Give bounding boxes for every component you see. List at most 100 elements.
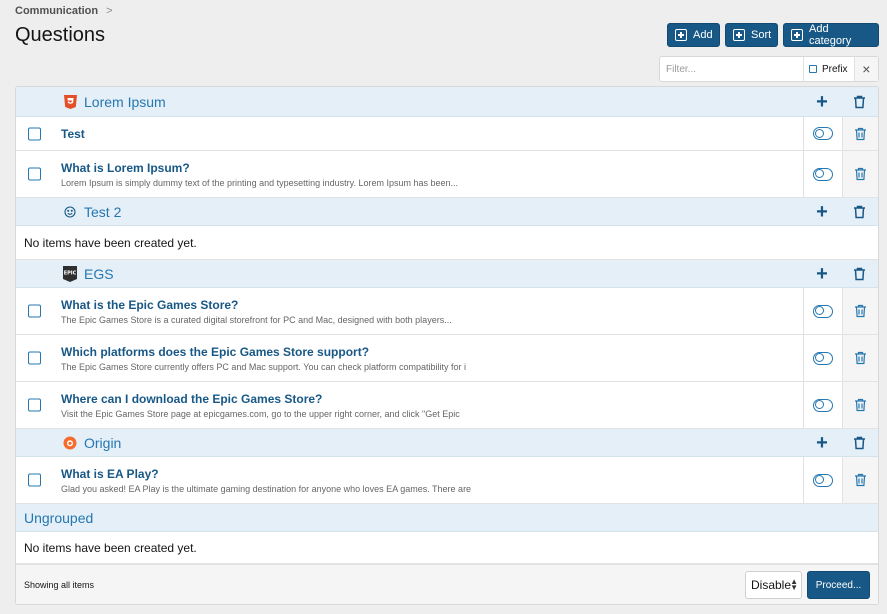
- category-title[interactable]: Origin: [84, 435, 121, 451]
- delete-category-button[interactable]: [849, 92, 869, 112]
- category-row-egs: EPIC EGS +: [16, 260, 878, 288]
- item-checkbox[interactable]: [28, 351, 41, 365]
- empty-message-row: No items have been created yet.: [16, 532, 878, 564]
- item-description: The Epic Games Store currently offers PC…: [61, 362, 467, 372]
- sort-button-label: Sort: [751, 29, 772, 41]
- delete-category-button[interactable]: [849, 202, 869, 222]
- questions-list: Lorem Ipsum + Test What is Lorem Ipsum? …: [15, 86, 879, 605]
- trash-icon: [855, 473, 866, 487]
- item-title-link[interactable]: What is the Epic Games Store?: [61, 298, 238, 312]
- add-button[interactable]: Add: [667, 23, 720, 47]
- trash-icon: [855, 351, 866, 365]
- category-row-lorem-ipsum: Lorem Ipsum +: [16, 87, 878, 117]
- plus-square-icon: [733, 29, 745, 41]
- toggle-switch[interactable]: [812, 167, 833, 181]
- html5-icon: [63, 94, 77, 109]
- origin-icon: [63, 436, 77, 450]
- trash-icon: [855, 127, 866, 140]
- toggle-cell: [803, 457, 841, 503]
- category-title: Ungrouped: [24, 509, 94, 526]
- toggle-cell: [803, 382, 841, 428]
- delete-category-button[interactable]: [849, 264, 869, 284]
- prefix-label: Prefix: [822, 63, 848, 75]
- checkbox-icon: [809, 65, 817, 73]
- epic-logo-icon: EPIC: [63, 265, 77, 282]
- item-title-link[interactable]: What is Lorem Ipsum?: [61, 161, 190, 175]
- item-description: Lorem Ipsum is simply dummy text of the …: [61, 178, 459, 188]
- proceed-button[interactable]: Proceed...: [807, 571, 870, 599]
- item-description: Glad you asked! EA Play is the ultimate …: [61, 484, 472, 494]
- svg-text:EPIC: EPIC: [64, 270, 77, 276]
- prefix-checkbox[interactable]: Prefix: [804, 57, 855, 81]
- toggle-switch[interactable]: [812, 473, 833, 487]
- breadcrumb-separator: >: [106, 5, 113, 17]
- list-item: Where can I download the Epic Games Stor…: [16, 382, 878, 429]
- list-item: Which platforms does the Epic Games Stor…: [16, 335, 878, 382]
- item-checkbox[interactable]: [28, 304, 41, 318]
- trash-icon: [853, 95, 865, 108]
- delete-category-button[interactable]: [849, 433, 869, 453]
- close-icon: ×: [862, 61, 871, 77]
- proceed-label: Proceed...: [815, 579, 862, 591]
- toggle-cell: [803, 151, 841, 197]
- empty-message: No items have been created yet.: [24, 235, 197, 250]
- add-category-button-label: Add category: [809, 23, 852, 47]
- plus-square-icon: [791, 29, 803, 41]
- category-row-origin: Origin +: [16, 429, 878, 457]
- category-title[interactable]: EGS: [84, 266, 114, 282]
- item-checkbox[interactable]: [28, 473, 41, 487]
- delete-item-button[interactable]: [842, 335, 878, 381]
- item-title-link[interactable]: What is EA Play?: [61, 467, 159, 481]
- toggle-switch[interactable]: [812, 304, 833, 318]
- trash-icon: [853, 267, 865, 280]
- breadcrumb: Communication >: [15, 5, 113, 17]
- list-item: What is Lorem Ipsum? Lorem Ipsum is simp…: [16, 151, 878, 198]
- list-item: What is EA Play? Glad you asked! EA Play…: [16, 457, 878, 504]
- item-title-link[interactable]: Where can I download the Epic Games Stor…: [61, 392, 322, 406]
- plus-square-icon: [675, 29, 687, 41]
- add-to-category-button[interactable]: +: [812, 433, 832, 453]
- toggle-switch[interactable]: [812, 127, 833, 140]
- add-to-category-button[interactable]: +: [812, 264, 832, 284]
- empty-message: No items have been created yet.: [24, 540, 197, 555]
- item-title-link[interactable]: Test: [61, 127, 85, 141]
- breadcrumb-link-communication[interactable]: Communication: [15, 5, 98, 17]
- toggle-cell: [803, 335, 841, 381]
- item-count-text: Showing all items: [24, 579, 95, 590]
- toggle-switch[interactable]: [812, 398, 833, 412]
- toggle-switch[interactable]: [812, 351, 833, 365]
- action-select[interactable]: Disable ▲ ▼: [745, 571, 802, 599]
- item-checkbox[interactable]: [28, 127, 41, 140]
- select-arrows-icon: ▲ ▼: [790, 577, 798, 592]
- delete-item-button[interactable]: [842, 117, 878, 150]
- category-title[interactable]: Lorem Ipsum: [84, 94, 166, 110]
- delete-item-button[interactable]: [842, 457, 878, 503]
- smiley-icon: [63, 205, 77, 219]
- category-row-ungrouped: Ungrouped: [16, 504, 878, 532]
- action-select-value: Disable: [751, 578, 792, 592]
- trash-icon: [855, 167, 866, 181]
- item-checkbox[interactable]: [28, 398, 41, 412]
- trash-icon: [855, 304, 866, 318]
- toggle-cell: [803, 117, 841, 150]
- clear-filter-button[interactable]: ×: [854, 57, 878, 81]
- filter-bar: Prefix ×: [659, 56, 879, 82]
- item-title-link[interactable]: Which platforms does the Epic Games Stor…: [61, 345, 369, 359]
- trash-icon: [853, 436, 865, 449]
- delete-item-button[interactable]: [842, 151, 878, 197]
- sort-button[interactable]: Sort: [725, 23, 778, 47]
- page-title: Questions: [15, 24, 106, 46]
- category-title[interactable]: Test 2: [84, 204, 121, 220]
- list-footer: Showing all items Disable ▲ ▼ Proceed...: [16, 564, 878, 604]
- item-description: Visit the Epic Games Store page at epicg…: [61, 409, 460, 419]
- item-checkbox[interactable]: [28, 167, 41, 181]
- toggle-cell: [803, 288, 841, 334]
- item-description: The Epic Games Store is a curated digita…: [61, 315, 452, 325]
- add-to-category-button[interactable]: +: [812, 202, 832, 222]
- add-to-category-button[interactable]: +: [812, 92, 832, 112]
- filter-input[interactable]: [660, 57, 804, 81]
- trash-icon: [853, 205, 865, 218]
- add-category-button[interactable]: Add category: [783, 23, 879, 47]
- delete-item-button[interactable]: [842, 382, 878, 428]
- delete-item-button[interactable]: [842, 288, 878, 334]
